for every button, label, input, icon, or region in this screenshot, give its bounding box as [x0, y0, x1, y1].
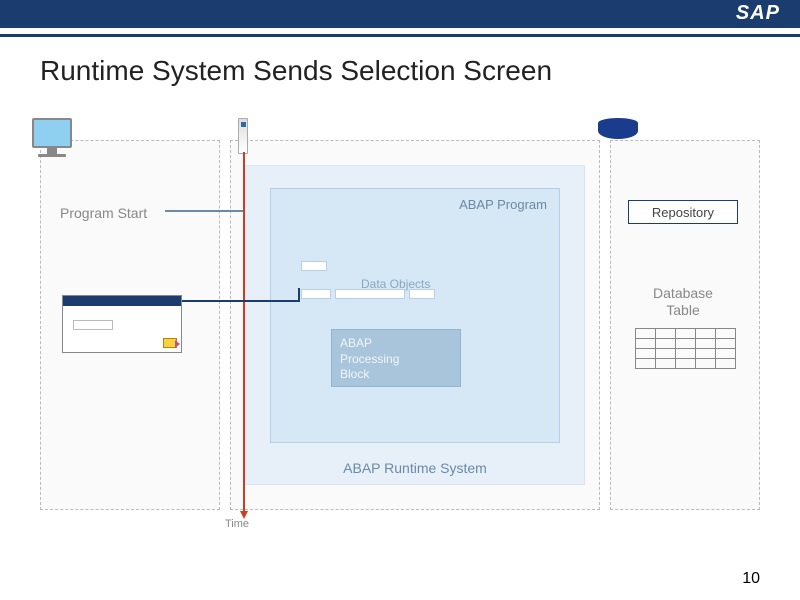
database-table-grid — [635, 328, 736, 369]
diagram-canvas: Program Start Time ABAP Runtime System A… — [40, 140, 760, 540]
selection-screen-window — [62, 295, 182, 353]
data-object-3 — [335, 289, 405, 299]
monitor-icon — [32, 118, 72, 157]
header-divider — [0, 34, 800, 37]
program-start-label: Program Start — [60, 205, 147, 221]
database-icon — [598, 118, 638, 142]
abap-program-label: ABAP Program — [459, 197, 547, 212]
timeline-label: Time — [225, 518, 249, 530]
execute-icon — [163, 338, 177, 348]
abap-processing-block: ABAP Processing Block — [331, 329, 461, 387]
data-object-4 — [409, 289, 435, 299]
program-start-arrow — [165, 210, 255, 212]
database-table-label: Database Table — [638, 285, 728, 319]
repository-panel — [610, 140, 760, 510]
repository-box: Repository — [628, 200, 738, 224]
abap-program-box: ABAP Program Data Objects ABAP Processin… — [270, 188, 560, 443]
page-number: 10 — [742, 570, 760, 588]
server-icon — [238, 118, 248, 154]
abap-runtime-label: ABAP Runtime System — [246, 460, 584, 476]
slide-title: Runtime System Sends Selection Screen — [40, 55, 800, 87]
header-bar: SAP — [0, 0, 800, 28]
sap-logo: SAP — [736, 2, 780, 25]
selection-screen-titlebar — [63, 296, 181, 306]
selection-screen-field — [73, 320, 113, 330]
data-object-1 — [301, 261, 327, 271]
data-object-2 — [301, 289, 331, 299]
